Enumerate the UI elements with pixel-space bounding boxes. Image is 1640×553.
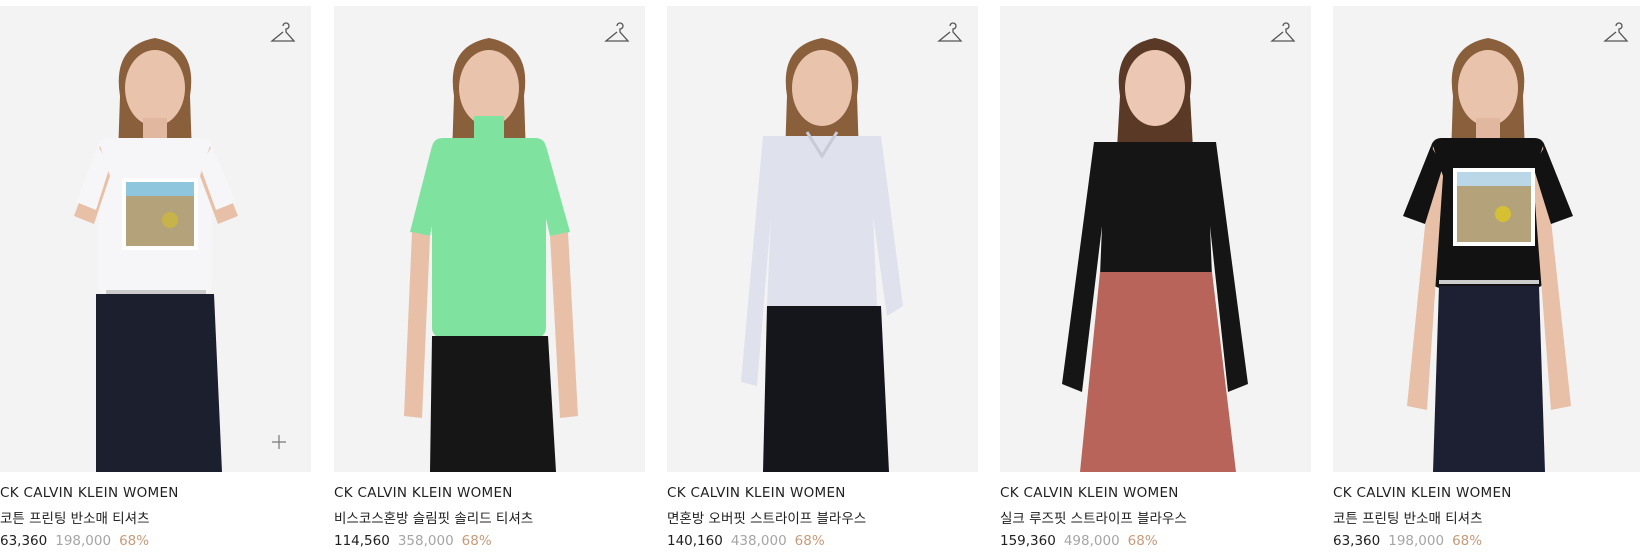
price-row: 63,360 198,000 68%	[0, 533, 311, 549]
price-row: 63,360 198,000 68%	[1333, 533, 1640, 549]
discount-rate: 68%	[794, 533, 825, 549]
model-photo	[404, 38, 578, 472]
hanger-icon[interactable]	[937, 22, 963, 46]
product-card[interactable]: CK CALVIN KLEIN WOMEN 비스코스혼방 슬림핏 솔리드 티셔츠…	[334, 6, 645, 549]
sale-price: 63,360	[1333, 533, 1381, 549]
price-row: 140,160 438,000 68%	[667, 533, 978, 549]
discount-rate: 68%	[1127, 533, 1158, 549]
original-price: 498,000	[1063, 533, 1120, 549]
discount-rate: 68%	[1452, 533, 1483, 549]
sale-price: 63,360	[0, 533, 48, 549]
discount-rate: 68%	[119, 533, 150, 549]
product-name[interactable]: 코튼 프린팅 반소매 티셔츠	[1333, 507, 1640, 527]
model-photo	[1062, 38, 1248, 472]
product-name[interactable]: 비스코스혼방 슬림핏 솔리드 티셔츠	[334, 507, 645, 527]
plus-icon[interactable]	[271, 434, 287, 450]
sale-price: 140,160	[667, 533, 723, 549]
model-photo	[1403, 38, 1573, 472]
brand-name[interactable]: CK CALVIN KLEIN WOMEN	[0, 485, 311, 501]
product-image[interactable]	[1000, 6, 1311, 472]
discount-rate: 68%	[461, 533, 492, 549]
bottom-shape	[1433, 286, 1545, 472]
sale-price: 159,360	[1000, 533, 1056, 549]
price-row: 114,560 358,000 68%	[334, 533, 645, 549]
brand-name[interactable]: CK CALVIN KLEIN WOMEN	[1333, 485, 1640, 501]
original-price: 358,000	[397, 533, 454, 549]
product-card[interactable]: CK CALVIN KLEIN WOMEN 면혼방 오버핏 스트라이프 블라우스…	[667, 6, 978, 549]
product-card[interactable]: CK CALVIN KLEIN WOMEN 실크 루즈핏 스트라이프 블라우스 …	[1000, 6, 1311, 549]
brand-name[interactable]: CK CALVIN KLEIN WOMEN	[1000, 485, 1311, 501]
product-image[interactable]	[334, 6, 645, 472]
original-price: 198,000	[55, 533, 112, 549]
sale-price: 114,560	[334, 533, 390, 549]
hanger-icon[interactable]	[270, 22, 296, 46]
product-card[interactable]: CK CALVIN KLEIN WOMEN 코튼 프린팅 반소매 티셔츠 63,…	[0, 6, 311, 549]
product-name[interactable]: 면혼방 오버핏 스트라이프 블라우스	[667, 507, 978, 527]
bottom-shape	[96, 294, 222, 472]
hanger-icon[interactable]	[1603, 22, 1629, 46]
hanger-icon[interactable]	[1270, 22, 1296, 46]
original-price: 198,000	[1388, 533, 1445, 549]
product-name[interactable]: 코튼 프린팅 반소매 티셔츠	[0, 507, 311, 527]
model-photo	[741, 38, 903, 472]
product-name[interactable]: 실크 루즈핏 스트라이프 블라우스	[1000, 507, 1311, 527]
bottom-shape	[430, 336, 556, 472]
product-grid: CK CALVIN KLEIN WOMEN 코튼 프린팅 반소매 티셔츠 63,…	[0, 0, 1640, 553]
model-photo	[74, 38, 238, 472]
product-image[interactable]	[667, 6, 978, 472]
bottom-shape	[1080, 272, 1236, 472]
product-image[interactable]	[1333, 6, 1640, 472]
product-image[interactable]	[0, 6, 311, 472]
bottom-shape	[763, 306, 889, 472]
product-card[interactable]: CK CALVIN KLEIN WOMEN 코튼 프린팅 반소매 티셔츠 63,…	[1333, 6, 1640, 549]
hanger-icon[interactable]	[604, 22, 630, 46]
price-row: 159,360 498,000 68%	[1000, 533, 1311, 549]
brand-name[interactable]: CK CALVIN KLEIN WOMEN	[667, 485, 978, 501]
original-price: 438,000	[730, 533, 787, 549]
brand-name[interactable]: CK CALVIN KLEIN WOMEN	[334, 485, 645, 501]
